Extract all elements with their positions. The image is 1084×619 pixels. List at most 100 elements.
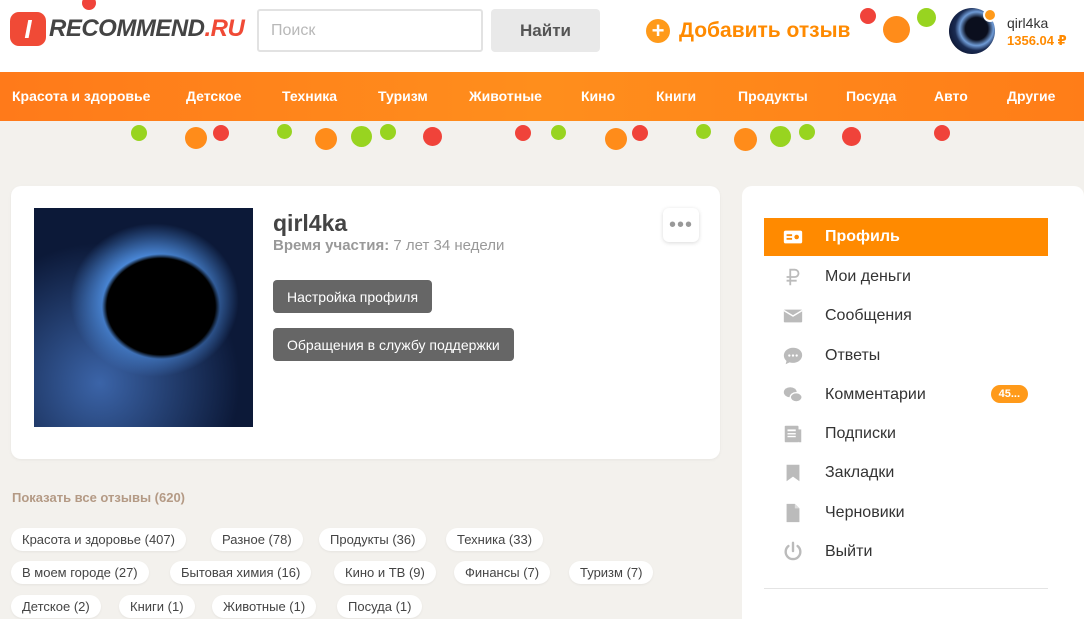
ruble-icon	[782, 266, 804, 288]
header-user-name[interactable]: qirl4ka	[1007, 15, 1048, 31]
more-options-button[interactable]: •••	[663, 208, 699, 242]
ornament-icon	[82, 0, 96, 10]
category-nav: Красота и здоровье Детское Техника Туриз…	[0, 72, 1084, 121]
sidebar-item-logout[interactable]: Выйти	[764, 533, 1048, 571]
ornament-icon	[131, 125, 147, 141]
nav-item-tourism[interactable]: Туризм	[378, 88, 428, 104]
sidebar-item-bookmarks[interactable]: Закладки	[764, 454, 1048, 492]
comments-icon	[782, 384, 804, 406]
ornament-icon	[277, 124, 292, 139]
nav-item-auto[interactable]: Авто	[934, 88, 968, 104]
bookmark-icon	[782, 462, 804, 484]
sidebar-item-label: Сообщения	[825, 307, 912, 324]
sidebar-item-drafts[interactable]: Черновики	[764, 494, 1048, 532]
sidebar-item-profile[interactable]: Профиль	[764, 218, 1048, 256]
newspaper-icon	[782, 423, 804, 445]
search-input[interactable]	[257, 9, 483, 52]
review-tag[interactable]: Посуда (1)	[337, 595, 423, 618]
search-button[interactable]: Найти	[491, 9, 600, 52]
profile-name: qirl4ka	[273, 210, 348, 236]
ornament-icon	[515, 125, 531, 141]
support-requests-button[interactable]: Обращения в службу поддержки	[273, 328, 514, 361]
ornament-icon	[605, 128, 627, 150]
sidebar-item-label: Подписки	[825, 425, 896, 442]
ornament-icon	[423, 127, 442, 146]
ornament-icon	[351, 126, 372, 147]
review-tag[interactable]: Животные (1)	[212, 595, 317, 618]
add-review-button[interactable]: + Добавить отзыв	[646, 19, 850, 43]
profile-card-icon	[782, 226, 804, 248]
nav-item-other[interactable]: Другие	[1007, 88, 1055, 104]
ornament-icon	[934, 125, 950, 141]
ornament-icon	[883, 16, 910, 43]
nav-item-books[interactable]: Книги	[656, 88, 696, 104]
ornament-icon	[770, 126, 791, 147]
membership-duration: Время участия: 7 лет 34 недели	[273, 237, 504, 254]
ornament-icon	[380, 124, 396, 140]
comments-count-badge: 45...	[990, 385, 1028, 403]
logo-badge: I	[10, 12, 46, 46]
review-tag[interactable]: Продукты (36)	[319, 528, 427, 551]
sidebar-divider	[764, 588, 1048, 589]
review-tag[interactable]: Красота и здоровье (407)	[11, 528, 186, 551]
sidebar-item-comments[interactable]: Комментарии 45...	[764, 376, 1048, 414]
nav-item-food[interactable]: Продукты	[738, 88, 808, 104]
nav-item-dishes[interactable]: Посуда	[846, 88, 896, 104]
show-all-reviews-link[interactable]: Показать все отзывы (620)	[12, 490, 185, 505]
envelope-icon	[782, 305, 804, 327]
ornament-icon	[213, 125, 229, 141]
notification-dot	[983, 8, 997, 22]
site-header: I RECOMMEND.RU Найти + Добавить отзыв qi…	[0, 0, 1084, 72]
ornament-icon	[734, 128, 757, 151]
review-tag[interactable]: Книги (1)	[119, 595, 195, 618]
document-icon	[782, 502, 804, 524]
ornament-icon	[799, 124, 815, 140]
add-review-label: Добавить отзыв	[679, 19, 851, 42]
ornament-icon	[315, 128, 337, 150]
ornament-icon	[917, 8, 936, 27]
ornament-icon	[842, 127, 861, 146]
chat-bubble-icon	[782, 345, 804, 367]
sidebar-item-label: Профиль	[825, 228, 900, 245]
sidebar-item-label: Ответы	[825, 347, 881, 364]
sidebar-item-label: Комментарии	[825, 386, 926, 403]
profile-card: qirl4ka Время участия: 7 лет 34 недели •…	[11, 186, 720, 459]
plus-icon: +	[646, 19, 670, 43]
logo-main-text: RECOMMEND	[49, 15, 205, 42]
nav-item-beauty[interactable]: Красота и здоровье	[12, 88, 150, 104]
site-logo[interactable]: I RECOMMEND.RU	[10, 12, 245, 46]
sidebar-item-answers[interactable]: Ответы	[764, 337, 1048, 375]
header-user-balance[interactable]: 1356.04 ₽	[1007, 33, 1067, 49]
membership-label: Время участия:	[273, 237, 390, 254]
review-tag[interactable]: Кино и ТВ (9)	[334, 561, 436, 584]
profile-settings-button[interactable]: Настройка профиля	[273, 280, 433, 313]
sidebar-item-label: Закладки	[825, 464, 895, 481]
more-icon: •••	[668, 213, 693, 236]
review-tag[interactable]: Туризм (7)	[569, 561, 654, 584]
review-tag[interactable]: Бытовая химия (16)	[170, 561, 312, 584]
sidebar-item-money[interactable]: Мои деньги	[764, 258, 1048, 296]
review-tag[interactable]: Разное (78)	[211, 528, 303, 551]
ornament-icon	[185, 127, 207, 149]
sidebar-item-messages[interactable]: Сообщения	[764, 297, 1048, 335]
profile-sidebar: Профиль Мои деньги Сообщения Ответы Комм…	[742, 186, 1084, 619]
nav-item-tech[interactable]: Техника	[282, 88, 337, 104]
review-tag[interactable]: Финансы (7)	[454, 561, 551, 584]
nav-item-animals[interactable]: Животные	[469, 88, 542, 104]
logo-text: RECOMMEND.RU	[49, 15, 245, 43]
ornament-icon	[551, 125, 566, 140]
review-tag[interactable]: Детское (2)	[11, 595, 101, 618]
review-tag[interactable]: В моем городе (27)	[11, 561, 149, 584]
ornament-icon	[696, 124, 711, 139]
sidebar-item-subscriptions[interactable]: Подписки	[764, 415, 1048, 453]
nav-item-kids[interactable]: Детское	[186, 88, 241, 104]
user-avatar[interactable]	[949, 8, 997, 54]
nav-item-cinema[interactable]: Кино	[581, 88, 615, 104]
profile-photo[interactable]	[34, 208, 253, 427]
sidebar-item-label: Выйти	[825, 543, 873, 560]
membership-value: 7 лет 34 недели	[393, 237, 505, 254]
ornament-icon	[632, 125, 648, 141]
review-tag[interactable]: Техника (33)	[446, 528, 544, 551]
logo-suffix-text: .RU	[204, 15, 245, 42]
sidebar-item-label: Черновики	[825, 504, 905, 521]
